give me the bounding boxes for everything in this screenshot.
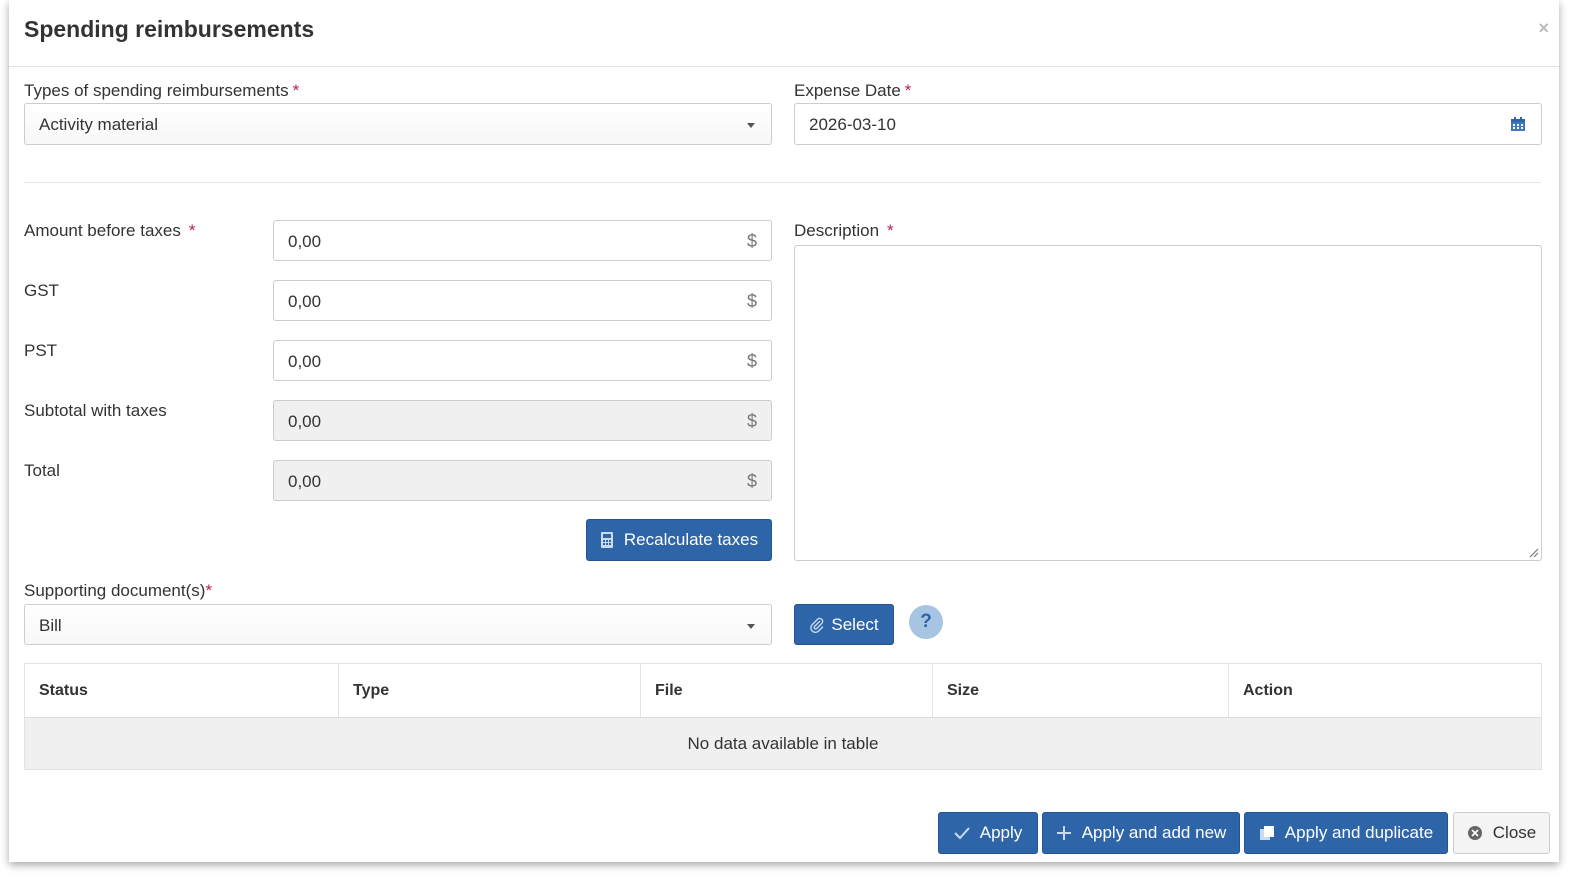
calculator-icon xyxy=(600,532,614,548)
pst-value: 0,00 xyxy=(288,352,322,371)
spending-reimbursement-dialog: Spending reimbursements × Types of spend… xyxy=(9,0,1559,862)
type-label: Types of spending reimbursements * xyxy=(24,81,300,100)
empty-table-message: No data available in table xyxy=(24,717,1542,770)
apply-and-add-new-label: Apply and add new xyxy=(1081,823,1227,842)
table-row: No data available in table xyxy=(24,717,1542,770)
apply-and-duplicate-label: Apply and duplicate xyxy=(1284,823,1434,842)
type-select[interactable]: Activity material xyxy=(24,103,772,145)
copy-icon xyxy=(1259,825,1275,841)
column-header-status[interactable]: Status xyxy=(24,663,339,718)
required-mark: * xyxy=(205,581,213,600)
column-header-size[interactable]: Size xyxy=(932,663,1229,718)
gst-input[interactable]: 0,00 $ xyxy=(273,280,772,321)
subtotal-value: 0,00 xyxy=(288,412,322,431)
check-icon xyxy=(954,826,970,840)
pst-label: PST xyxy=(24,341,58,360)
resize-handle-icon[interactable] xyxy=(1529,548,1539,558)
chevron-down-icon xyxy=(747,123,755,128)
section-divider xyxy=(24,182,1541,183)
type-select-value: Activity material xyxy=(39,115,159,134)
currency-symbol: $ xyxy=(746,471,757,491)
description-textarea[interactable] xyxy=(794,245,1542,561)
supporting-docs-label: Supporting document(s)* xyxy=(24,581,213,600)
paperclip-icon xyxy=(809,617,825,633)
subtotal-label: Subtotal with taxes xyxy=(24,401,167,420)
column-header-file[interactable]: File xyxy=(640,663,933,718)
amount-label: Amount before taxes * xyxy=(24,221,196,240)
supporting-docs-select[interactable]: Bill xyxy=(24,604,772,645)
supporting-docs-value: Bill xyxy=(39,616,62,635)
apply-and-add-new-button[interactable]: Apply and add new xyxy=(1042,812,1240,854)
apply-label: Apply xyxy=(979,823,1023,842)
column-header-type[interactable]: Type xyxy=(338,663,641,718)
calendar-icon[interactable] xyxy=(1510,116,1526,132)
help-icon[interactable]: ? xyxy=(909,605,943,639)
required-mark: * xyxy=(904,81,912,100)
select-file-label: Select xyxy=(831,614,879,634)
description-label: Description * xyxy=(794,221,894,240)
column-header-action[interactable]: Action xyxy=(1228,663,1542,718)
currency-symbol: $ xyxy=(746,411,757,431)
required-mark: * xyxy=(887,221,894,240)
subtotal-with-taxes-field: 0,00 $ xyxy=(273,400,772,441)
currency-symbol: $ xyxy=(746,351,757,371)
close-circle-icon xyxy=(1467,825,1483,841)
recalculate-taxes-button[interactable]: Recalculate taxes xyxy=(586,519,772,561)
total-label: Total xyxy=(24,461,60,480)
expense-date-input[interactable]: 2026-03-10 xyxy=(794,103,1542,145)
table-header-row: Status Type File Size Action xyxy=(24,663,1542,718)
close-icon[interactable]: × xyxy=(1538,18,1549,39)
chevron-down-icon xyxy=(747,624,755,629)
recalculate-taxes-label: Recalculate taxes xyxy=(623,530,759,549)
currency-symbol: $ xyxy=(746,291,757,311)
amount-value: 0,00 xyxy=(288,232,322,251)
close-button[interactable]: Close xyxy=(1453,812,1550,854)
modal-title: Spending reimbursements xyxy=(24,16,315,42)
currency-symbol: $ xyxy=(746,231,757,251)
required-mark: * xyxy=(188,221,196,240)
expense-date-value: 2026-03-10 xyxy=(809,115,896,134)
apply-button[interactable]: Apply xyxy=(938,812,1038,854)
date-label: Expense Date * xyxy=(794,81,912,100)
apply-and-duplicate-button[interactable]: Apply and duplicate xyxy=(1244,812,1448,854)
total-value: 0,00 xyxy=(288,472,322,491)
gst-value: 0,00 xyxy=(288,292,322,311)
close-label: Close xyxy=(1492,823,1537,842)
gst-label: GST xyxy=(24,281,59,300)
plus-icon xyxy=(1056,825,1072,841)
documents-table: Status Type File Size Action No data ava… xyxy=(24,663,1542,770)
pst-input[interactable]: 0,00 $ xyxy=(273,340,772,381)
total-field: 0,00 $ xyxy=(273,460,772,501)
required-mark: * xyxy=(292,81,300,100)
amount-before-taxes-input[interactable]: 0,00 $ xyxy=(273,220,772,261)
select-file-button[interactable]: Select xyxy=(794,604,894,645)
modal-header: Spending reimbursements × xyxy=(9,0,1559,67)
